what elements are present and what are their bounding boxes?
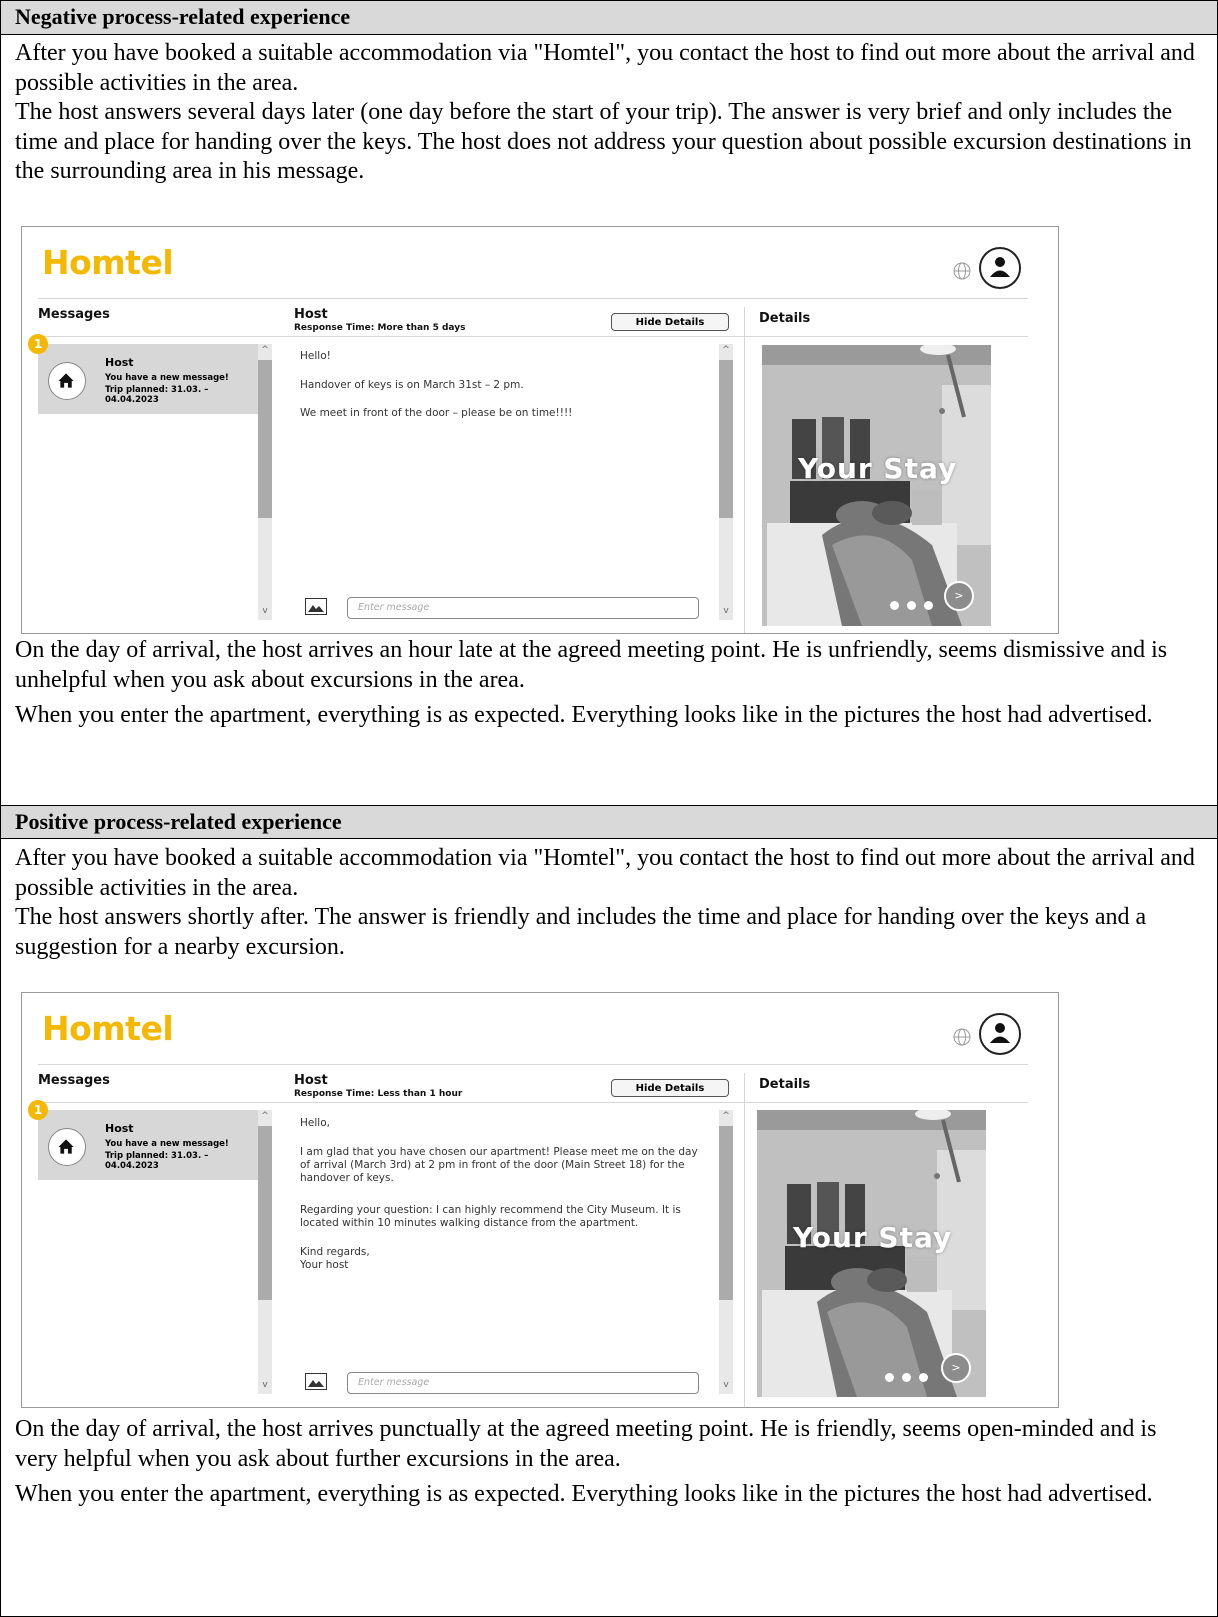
messages-title: Messages xyxy=(38,1073,110,1088)
section-intro-positive: After you have booked a suitable accommo… xyxy=(15,845,1195,960)
message-scrollbar[interactable]: ^ v xyxy=(719,344,733,620)
globe-icon[interactable] xyxy=(952,1027,972,1047)
section-heading-negative: Negative process-related experience xyxy=(1,1,1217,35)
conversation-scrollbar[interactable]: ^ v xyxy=(258,344,272,620)
homtel-mockup-negative: Homtel Messages Host Response Time: More… xyxy=(21,226,1059,634)
section-heading-positive: Positive process-related experience xyxy=(1,805,1217,839)
conversation-new-message: You have a new message! xyxy=(105,1139,229,1149)
host-title: Host xyxy=(294,1073,328,1088)
section-intro-negative: After you have booked a suitable accommo… xyxy=(15,40,1195,184)
message-line: Regarding your question: I can highly re… xyxy=(300,1204,681,1229)
details-title: Details xyxy=(759,1077,811,1092)
homtel-logo: Homtel xyxy=(42,1009,174,1048)
host-title: Host xyxy=(294,307,328,322)
message-line: Hello, xyxy=(300,1117,330,1129)
details-title: Details xyxy=(759,311,811,326)
message-input[interactable]: Enter message xyxy=(347,1372,699,1394)
homtel-logo: Homtel xyxy=(42,243,174,282)
hide-details-button[interactable]: Hide Details xyxy=(611,1079,729,1097)
chevron-up-icon[interactable]: ^ xyxy=(258,1111,272,1121)
user-icon xyxy=(990,257,1010,277)
chevron-down-icon[interactable]: v xyxy=(719,606,733,616)
chevron-down-icon[interactable]: v xyxy=(258,1380,272,1390)
response-time: Response Time: Less than 1 hour xyxy=(294,1089,463,1099)
chevron-down-icon[interactable]: v xyxy=(719,1380,733,1390)
user-avatar[interactable] xyxy=(979,247,1021,289)
conversation-trip-dates: Trip planned: 31.03. – 04.04.2023 xyxy=(105,1151,209,1171)
conversation-item[interactable]: Host You have a new message! Trip planne… xyxy=(38,1110,259,1180)
messages-title: Messages xyxy=(38,307,110,322)
home-icon-wrap xyxy=(48,1128,86,1166)
unread-badge: 1 xyxy=(28,334,48,354)
message-line: Your host xyxy=(300,1259,349,1271)
conversation-new-message: You have a new message! xyxy=(105,373,229,383)
message-line: Kind regards, xyxy=(300,1246,370,1258)
message-line: We meet in front of the door – please be… xyxy=(300,407,573,419)
user-avatar[interactable] xyxy=(979,1013,1021,1055)
response-time: Response Time: More than 5 days xyxy=(294,323,466,333)
message-line: I am glad that you have chosen our apart… xyxy=(300,1146,698,1184)
home-icon xyxy=(58,373,74,388)
next-photo-button[interactable]: > xyxy=(941,1353,971,1383)
conversation-name: Host xyxy=(105,1122,134,1135)
accommodation-photo: Your Stay > xyxy=(762,345,991,626)
document: Negative process-related experience Afte… xyxy=(0,0,1218,1617)
chevron-right-icon: > xyxy=(951,1361,961,1374)
message-line: Handover of keys is on March 31st – 2 pm… xyxy=(300,379,524,391)
message-scrollbar[interactable]: ^ v xyxy=(719,1110,733,1394)
conversation-trip-dates: Trip planned: 31.03. – 04.04.2023 xyxy=(105,385,209,405)
photo-caption: Your Stay xyxy=(798,452,958,485)
user-icon xyxy=(990,1023,1010,1043)
section-outcome-negative: On the day of arrival, the host arrives … xyxy=(15,637,1168,728)
conversation-name: Host xyxy=(105,356,134,369)
homtel-mockup-positive: Homtel Messages Host Response Time: Less… xyxy=(21,992,1059,1408)
image-icon[interactable] xyxy=(305,598,327,615)
accommodation-photo: Your Stay > xyxy=(757,1110,986,1397)
conversation-scrollbar[interactable]: ^ v xyxy=(258,1110,272,1394)
photo-caption: Your Stay xyxy=(793,1221,953,1254)
chevron-up-icon[interactable]: ^ xyxy=(719,345,733,355)
chevron-up-icon[interactable]: ^ xyxy=(719,1111,733,1121)
home-icon xyxy=(58,1139,74,1154)
next-photo-button[interactable]: > xyxy=(944,581,974,611)
chevron-down-icon[interactable]: v xyxy=(258,606,272,616)
conversation-item[interactable]: Host You have a new message! Trip planne… xyxy=(38,344,259,414)
unread-badge: 1 xyxy=(28,1100,48,1120)
chevron-right-icon: > xyxy=(954,589,964,602)
section-outcome-positive: On the day of arrival, the host arrives … xyxy=(15,1416,1157,1507)
chevron-up-icon[interactable]: ^ xyxy=(258,345,272,355)
message-input[interactable]: Enter message xyxy=(347,597,699,619)
globe-icon[interactable] xyxy=(952,261,972,281)
home-icon-wrap xyxy=(48,362,86,400)
message-line: Hello! xyxy=(300,350,331,362)
hide-details-button[interactable]: Hide Details xyxy=(611,313,729,331)
image-icon[interactable] xyxy=(305,1373,327,1390)
